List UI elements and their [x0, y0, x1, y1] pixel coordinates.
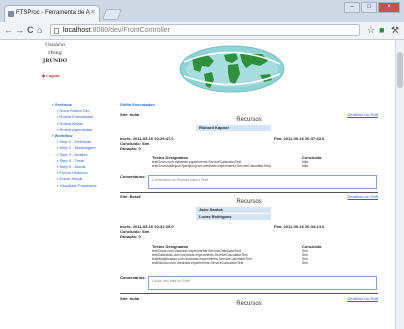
test-status: Não	[302, 164, 309, 168]
scrollbar-thumb[interactable]	[397, 52, 403, 88]
browser-tab[interactable]: FTSProc - Ferramenta de A ×	[4, 5, 100, 22]
extension-icon[interactable]: ■	[379, 25, 384, 35]
test-name: testOcumAddInputOperation(com.medrads.ex…	[152, 164, 271, 168]
address-bar[interactable]: localhost:8080/dev/FrontController	[50, 24, 360, 36]
logout-icon: ◆	[42, 73, 46, 78]
duration: Duração: 0	[120, 146, 141, 151]
new-tab-button[interactable]	[101, 9, 123, 20]
block-divider	[120, 293, 378, 294]
duration: Duração: 0	[120, 234, 141, 239]
window-controls: – □ ×	[344, 2, 400, 13]
page-scrollbar[interactable]	[395, 40, 404, 329]
logout-label: Logout	[46, 73, 60, 78]
end-time: Fim: 2011-09-16 20:34:14.0	[274, 224, 325, 229]
minimize-button[interactable]: –	[344, 2, 360, 13]
block-divider	[120, 192, 378, 193]
test-name: testDivisao.com.medrads.experiments.Serv…	[152, 261, 244, 265]
tab-close-icon[interactable]: ×	[91, 9, 95, 16]
tab-title: FTSProc - Ferramenta de A	[16, 10, 90, 16]
browser-tabstrip: FTSProc - Ferramenta de A × – □ ×	[0, 0, 404, 22]
side-menu: ▪ Gerência ▪ Nova Rotina Ger. ▪ Rotina E…	[52, 102, 97, 189]
resource-person: Lucas Rodrigues	[196, 214, 271, 220]
page-favicon-icon	[8, 11, 14, 17]
web-page: Usuário rfong JRUNDO ◆ Logout ▪ Gerência…	[0, 40, 395, 329]
welcome-line: rfong	[48, 50, 62, 56]
window-close-button[interactable]: ×	[378, 2, 400, 13]
forward-button[interactable]: →	[15, 25, 24, 35]
logout-link[interactable]: ◆ Logout	[42, 73, 60, 78]
maximize-button[interactable]: □	[361, 2, 377, 13]
resources-title: Recursos	[236, 199, 262, 205]
comment-field[interactable]: Comentário do Rishard para o Shift	[148, 175, 377, 189]
test-status: Sim	[302, 261, 308, 265]
back-button[interactable]: ←	[4, 25, 13, 35]
page-icon	[54, 28, 59, 34]
world-map-banner	[179, 45, 285, 93]
welcome-user: JRUNDO	[42, 58, 68, 64]
welcome-line: Usuário	[45, 42, 65, 48]
menu-item[interactable]: ▪ Visualizar Processos	[52, 183, 97, 189]
comment-field[interactable]: Lucas nao esta no Shift	[148, 276, 377, 290]
bookmark-star-icon[interactable]: ☆	[367, 25, 375, 35]
resource-person: Jairo Santos	[196, 207, 271, 213]
welcome-box: Usuário rfong JRUNDO	[24, 41, 86, 65]
url-host: localhost	[63, 27, 91, 34]
end-time: Fim: 2011-09-16 20:37:33.0	[274, 136, 325, 141]
home-button[interactable]: ⌂	[37, 25, 42, 35]
browser-toolbar: ← → C ⌂ localhost:8080/dev/FrontControll…	[0, 22, 404, 40]
wrench-icon[interactable]: ⚒	[391, 25, 399, 35]
resources-title: Recursos	[236, 117, 262, 123]
resources-title: Recursos	[236, 301, 262, 307]
reload-button[interactable]: C	[27, 25, 34, 35]
comments-label: Comentários:	[120, 275, 146, 280]
comments-label: Comentários:	[120, 174, 146, 179]
resource-person: Rishard Kapoor	[196, 125, 271, 131]
url-path: :8080/dev/FrontController	[90, 27, 171, 34]
section-title: Shifts Executados	[120, 102, 155, 107]
